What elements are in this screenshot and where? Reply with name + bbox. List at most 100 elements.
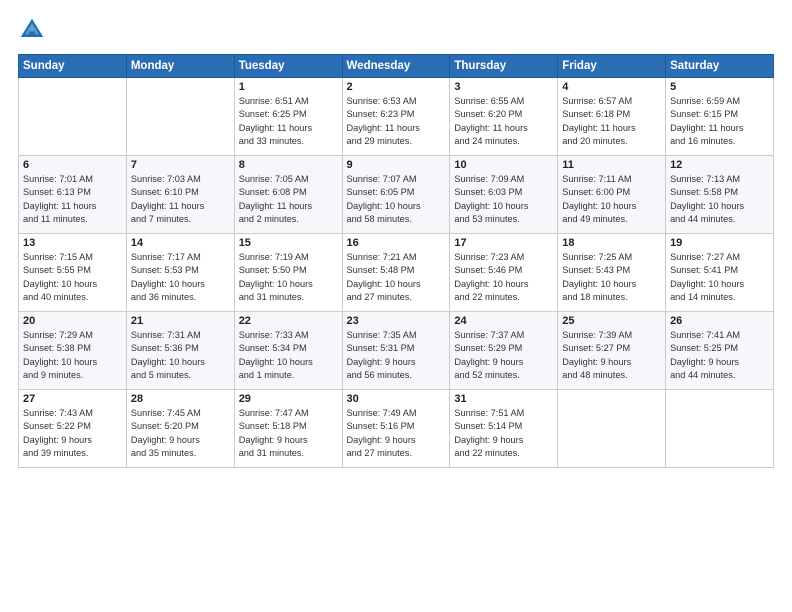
calendar-table: Sunday Monday Tuesday Wednesday Thursday… — [18, 54, 774, 468]
day-info: Sunrise: 7:49 AM Sunset: 5:16 PM Dayligh… — [347, 407, 446, 460]
day-info: Sunrise: 6:59 AM Sunset: 6:15 PM Dayligh… — [670, 95, 769, 148]
table-row: 24 Sunrise: 7:37 AM Sunset: 5:29 PM Dayli… — [450, 312, 558, 390]
day-info: Sunrise: 7:29 AM Sunset: 5:38 PM Dayligh… — [23, 329, 122, 382]
day-number: 22 — [239, 315, 338, 327]
day-number: 10 — [454, 159, 553, 171]
table-row: 19 Sunrise: 7:27 AM Sunset: 5:41 PM Dayli… — [666, 234, 774, 312]
table-row: 26 Sunrise: 7:41 AM Sunset: 5:25 PM Dayli… — [666, 312, 774, 390]
calendar-week-row: 20 Sunrise: 7:29 AM Sunset: 5:38 PM Dayli… — [19, 312, 774, 390]
day-info: Sunrise: 7:11 AM Sunset: 6:00 PM Dayligh… — [562, 173, 661, 226]
day-number: 3 — [454, 81, 553, 93]
calendar-week-row: 6Sunrise: 7:01 AM Sunset: 6:13 PM Daylig… — [19, 156, 774, 234]
logo — [18, 16, 50, 44]
table-row: 12Sunrise: 7:13 AM Sunset: 5:58 PM Dayli… — [666, 156, 774, 234]
day-number: 18 — [562, 237, 661, 249]
day-number: 30 — [347, 393, 446, 405]
header-sunday: Sunday — [19, 55, 127, 78]
calendar-week-row: 1Sunrise: 6:51 AM Sunset: 6:25 PM Daylig… — [19, 78, 774, 156]
day-info: Sunrise: 7:39 AM Sunset: 5:27 PM Dayligh… — [562, 329, 661, 382]
page-header — [18, 16, 774, 44]
calendar-page: Sunday Monday Tuesday Wednesday Thursday… — [0, 0, 792, 612]
day-number: 24 — [454, 315, 553, 327]
table-row: 18 Sunrise: 7:25 AM Sunset: 5:43 PM Dayli… — [558, 234, 666, 312]
table-row: 22 Sunrise: 7:33 AM Sunset: 5:34 PM Dayli… — [234, 312, 342, 390]
table-row: 5 Sunrise: 6:59 AM Sunset: 6:15 PM Daylig… — [666, 78, 774, 156]
day-info: Sunrise: 7:15 AM Sunset: 5:55 PM Dayligh… — [23, 251, 122, 304]
table-row: 31 Sunrise: 7:51 AM Sunset: 5:14 PM Dayli… — [450, 390, 558, 468]
day-info: Sunrise: 7:19 AM Sunset: 5:50 PM Dayligh… — [239, 251, 338, 304]
day-number: 19 — [670, 237, 769, 249]
header-friday: Friday — [558, 55, 666, 78]
day-info: Sunrise: 7:05 AM Sunset: 6:08 PM Dayligh… — [239, 173, 338, 226]
day-number: 5 — [670, 81, 769, 93]
day-number: 11 — [562, 159, 661, 171]
day-info: Sunrise: 6:55 AM Sunset: 6:20 PM Dayligh… — [454, 95, 553, 148]
table-row — [666, 390, 774, 468]
day-number: 2 — [347, 81, 446, 93]
day-number: 9 — [347, 159, 446, 171]
day-number: 26 — [670, 315, 769, 327]
table-row: 7Sunrise: 7:03 AM Sunset: 6:10 PM Daylig… — [126, 156, 234, 234]
day-info: Sunrise: 6:51 AM Sunset: 6:25 PM Dayligh… — [239, 95, 338, 148]
logo-icon — [18, 16, 46, 44]
header-saturday: Saturday — [666, 55, 774, 78]
day-info: Sunrise: 7:35 AM Sunset: 5:31 PM Dayligh… — [347, 329, 446, 382]
day-number: 27 — [23, 393, 122, 405]
table-row: 10Sunrise: 7:09 AM Sunset: 6:03 PM Dayli… — [450, 156, 558, 234]
table-row — [19, 78, 127, 156]
day-number: 6 — [23, 159, 122, 171]
table-row: 17Sunrise: 7:23 AM Sunset: 5:46 PM Dayli… — [450, 234, 558, 312]
day-info: Sunrise: 6:53 AM Sunset: 6:23 PM Dayligh… — [347, 95, 446, 148]
table-row: 16 Sunrise: 7:21 AM Sunset: 5:48 PM Dayli… — [342, 234, 450, 312]
day-info: Sunrise: 7:27 AM Sunset: 5:41 PM Dayligh… — [670, 251, 769, 304]
day-number: 4 — [562, 81, 661, 93]
day-info: Sunrise: 7:03 AM Sunset: 6:10 PM Dayligh… — [131, 173, 230, 226]
table-row: 6Sunrise: 7:01 AM Sunset: 6:13 PM Daylig… — [19, 156, 127, 234]
table-row: 21 Sunrise: 7:31 AM Sunset: 5:36 PM Dayli… — [126, 312, 234, 390]
table-row: 13 Sunrise: 7:15 AM Sunset: 5:55 PM Dayli… — [19, 234, 127, 312]
table-row: 1Sunrise: 6:51 AM Sunset: 6:25 PM Daylig… — [234, 78, 342, 156]
day-number: 29 — [239, 393, 338, 405]
table-row: 27 Sunrise: 7:43 AM Sunset: 5:22 PM Dayli… — [19, 390, 127, 468]
day-number: 16 — [347, 237, 446, 249]
table-row: 3 Sunrise: 6:55 AM Sunset: 6:20 PM Daylig… — [450, 78, 558, 156]
header-monday: Monday — [126, 55, 234, 78]
day-info: Sunrise: 7:17 AM Sunset: 5:53 PM Dayligh… — [131, 251, 230, 304]
table-row: 25 Sunrise: 7:39 AM Sunset: 5:27 PM Dayli… — [558, 312, 666, 390]
calendar-week-row: 27 Sunrise: 7:43 AM Sunset: 5:22 PM Dayli… — [19, 390, 774, 468]
day-number: 12 — [670, 159, 769, 171]
day-info: Sunrise: 7:51 AM Sunset: 5:14 PM Dayligh… — [454, 407, 553, 460]
day-number: 14 — [131, 237, 230, 249]
header-thursday: Thursday — [450, 55, 558, 78]
day-info: Sunrise: 7:37 AM Sunset: 5:29 PM Dayligh… — [454, 329, 553, 382]
day-number: 17 — [454, 237, 553, 249]
day-info: Sunrise: 7:43 AM Sunset: 5:22 PM Dayligh… — [23, 407, 122, 460]
day-info: Sunrise: 7:47 AM Sunset: 5:18 PM Dayligh… — [239, 407, 338, 460]
day-number: 25 — [562, 315, 661, 327]
day-number: 31 — [454, 393, 553, 405]
table-row: 28 Sunrise: 7:45 AM Sunset: 5:20 PM Dayli… — [126, 390, 234, 468]
header-wednesday: Wednesday — [342, 55, 450, 78]
day-number: 13 — [23, 237, 122, 249]
table-row: 8Sunrise: 7:05 AM Sunset: 6:08 PM Daylig… — [234, 156, 342, 234]
table-row — [126, 78, 234, 156]
day-info: Sunrise: 7:45 AM Sunset: 5:20 PM Dayligh… — [131, 407, 230, 460]
table-row: 11 Sunrise: 7:11 AM Sunset: 6:00 PM Dayli… — [558, 156, 666, 234]
day-info: Sunrise: 7:25 AM Sunset: 5:43 PM Dayligh… — [562, 251, 661, 304]
day-number: 21 — [131, 315, 230, 327]
table-row: 29 Sunrise: 7:47 AM Sunset: 5:18 PM Dayli… — [234, 390, 342, 468]
day-info: Sunrise: 7:33 AM Sunset: 5:34 PM Dayligh… — [239, 329, 338, 382]
table-row — [558, 390, 666, 468]
day-info: Sunrise: 7:21 AM Sunset: 5:48 PM Dayligh… — [347, 251, 446, 304]
day-number: 23 — [347, 315, 446, 327]
day-info: Sunrise: 7:41 AM Sunset: 5:25 PM Dayligh… — [670, 329, 769, 382]
day-number: 15 — [239, 237, 338, 249]
day-info: Sunrise: 7:07 AM Sunset: 6:05 PM Dayligh… — [347, 173, 446, 226]
header-tuesday: Tuesday — [234, 55, 342, 78]
table-row: 20 Sunrise: 7:29 AM Sunset: 5:38 PM Dayli… — [19, 312, 127, 390]
table-row: 30 Sunrise: 7:49 AM Sunset: 5:16 PM Dayli… — [342, 390, 450, 468]
day-number: 28 — [131, 393, 230, 405]
calendar-week-row: 13 Sunrise: 7:15 AM Sunset: 5:55 PM Dayli… — [19, 234, 774, 312]
day-number: 20 — [23, 315, 122, 327]
day-info: Sunrise: 7:31 AM Sunset: 5:36 PM Dayligh… — [131, 329, 230, 382]
